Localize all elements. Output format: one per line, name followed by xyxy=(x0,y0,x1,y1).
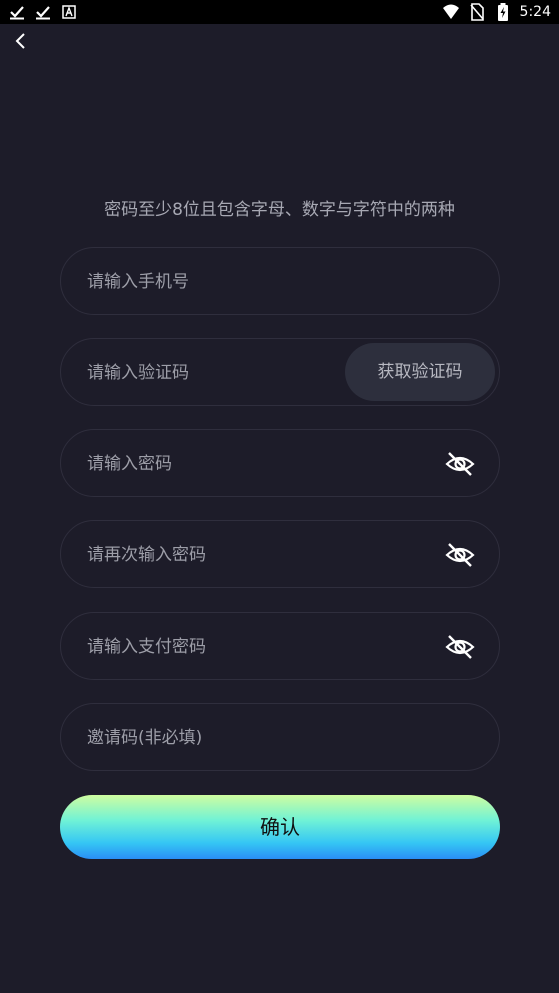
confirm-button[interactable]: 确认 xyxy=(60,795,500,859)
password-field xyxy=(60,429,500,498)
wifi-icon xyxy=(442,3,460,21)
pay-password-input[interactable] xyxy=(85,613,419,681)
get-code-button[interactable]: 获取验证码 xyxy=(345,343,495,401)
code-field: 获取验证码 xyxy=(60,338,500,407)
invite-code-input[interactable] xyxy=(85,704,419,772)
pay-password-field xyxy=(60,612,500,681)
password-input[interactable] xyxy=(85,430,419,498)
download-done-icon xyxy=(8,3,26,21)
download-done-icon xyxy=(34,3,52,21)
phone-field xyxy=(60,247,500,316)
chevron-left-icon xyxy=(14,32,26,54)
password-confirm-field xyxy=(60,520,500,589)
status-bar: 5:24 xyxy=(0,0,559,24)
back-button[interactable] xyxy=(8,30,32,56)
phone-input[interactable] xyxy=(85,248,419,316)
eye-off-icon[interactable] xyxy=(445,449,475,479)
password-hint: 密码至少8位且包含字母、数字与字符中的两种 xyxy=(104,200,455,220)
no-sim-icon xyxy=(468,3,486,21)
battery-charging-icon xyxy=(494,3,512,21)
status-bar-right: 5:24 xyxy=(442,2,551,22)
eye-off-icon[interactable] xyxy=(445,632,475,662)
font-a-icon xyxy=(60,3,78,21)
status-bar-left xyxy=(8,3,78,21)
status-time: 5:24 xyxy=(519,4,551,20)
password-confirm-input[interactable] xyxy=(85,521,419,589)
verification-code-input[interactable] xyxy=(85,339,309,407)
invite-code-field xyxy=(60,703,500,772)
eye-off-icon[interactable] xyxy=(445,540,475,570)
